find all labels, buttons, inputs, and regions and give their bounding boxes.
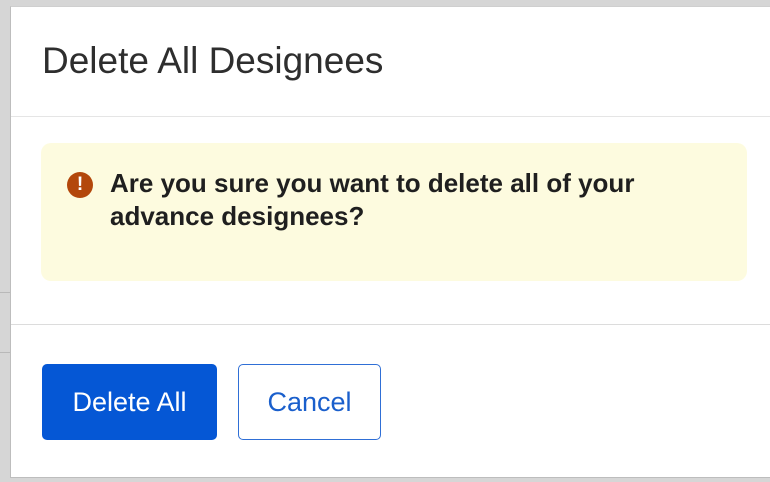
cancel-button[interactable]: Cancel — [238, 364, 381, 440]
dialog-header: Delete All Designees — [11, 7, 770, 117]
delete-all-designees-dialog: Delete All Designees ! Are you sure you … — [10, 6, 770, 478]
dialog-footer: Delete All Cancel — [11, 324, 770, 479]
backdrop-divider — [0, 292, 10, 293]
alert-message: Are you sure you want to delete all of y… — [110, 168, 635, 231]
dialog-title: Delete All Designees — [42, 40, 384, 81]
dialog-body: ! Are you sure you want to delete all of… — [11, 117, 770, 324]
warning-alert: ! Are you sure you want to delete all of… — [41, 143, 747, 281]
delete-all-button[interactable]: Delete All — [42, 364, 217, 440]
exclamation-icon: ! — [67, 172, 93, 198]
backdrop-divider — [0, 352, 10, 353]
